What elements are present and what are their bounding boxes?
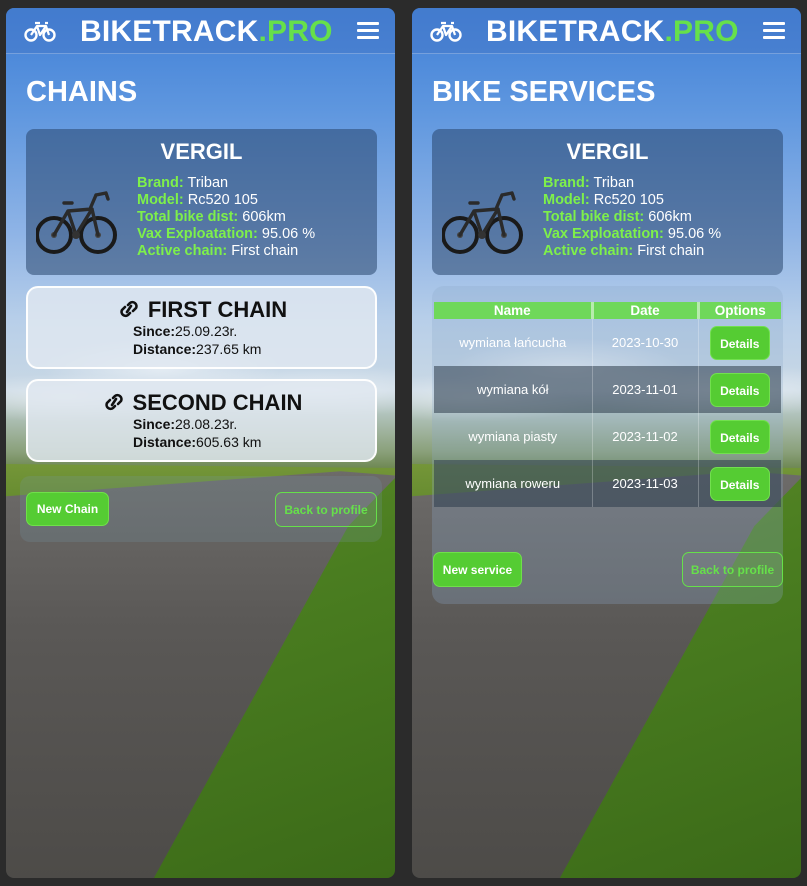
distance-value: 237.65 km [196, 341, 262, 357]
total-distance-value: 606km [648, 209, 692, 225]
exploitation-value: 95.06 % [667, 226, 722, 242]
distance-label: Distance: [133, 341, 197, 357]
service-options-cell: Details [698, 413, 781, 460]
table-row: wymiana łańcucha 2023-10-30 Details [434, 319, 781, 366]
service-date-cell: 2023-11-02 [592, 413, 699, 460]
new-service-button[interactable]: New service [433, 552, 522, 587]
exploitation-value: 95.06 % [261, 226, 316, 242]
table-header-row: Name Date Options [434, 302, 781, 319]
brand-logo[interactable]: BIKETRACK.PRO [486, 15, 739, 49]
bike-photo [442, 191, 523, 254]
details-button[interactable]: Details [709, 466, 770, 501]
new-chain-button[interactable]: New Chain [26, 492, 109, 526]
bike-name: VERGIL [566, 139, 649, 164]
since-label: Since: [133, 416, 176, 432]
chain-distance: Distance:237.65 km [133, 341, 261, 357]
brand-label: Brand: [137, 175, 184, 191]
brand-logo[interactable]: BIKETRACK.PRO [80, 15, 333, 49]
services-table: Name Date Options wymiana łańcucha 2023-… [434, 302, 781, 507]
table-row: wymiana roweru 2023-11-03 Details [434, 460, 781, 507]
service-date-cell: 2023-11-01 [592, 366, 699, 413]
since-label: Since: [133, 323, 176, 339]
back-to-profile-button[interactable]: Back to profile [275, 492, 377, 527]
exploitation-label: Vax Exploatation: [137, 226, 258, 242]
top-navbar: BIKETRACK.PRO [6, 8, 395, 54]
total-distance-label: Total bike dist: [137, 209, 239, 225]
hamburger-menu-icon[interactable] [357, 22, 379, 40]
brand-label: Brand: [543, 175, 590, 191]
active-chain-value: First chain [231, 243, 299, 259]
brand-name: BIKETRACK [80, 15, 259, 48]
brand-name: BIKETRACK [486, 15, 665, 48]
service-options-cell: Details [698, 366, 781, 413]
hamburger-menu-icon[interactable] [763, 22, 785, 40]
chain-link-icon [120, 300, 138, 318]
top-navbar: BIKETRACK.PRO [412, 8, 801, 54]
total-distance-label: Total bike dist: [543, 209, 645, 225]
bike-details: Brand: Triban Model: Rc520 105 Total bik… [137, 175, 315, 260]
bike-photo [36, 191, 117, 254]
since-value: 28.08.23r. [175, 416, 238, 432]
total-distance-value: 606km [242, 209, 286, 225]
table-row: wymiana piasty 2023-11-02 Details [434, 413, 781, 460]
brand-accent: .PRO [664, 15, 739, 48]
details-button[interactable]: Details [709, 419, 770, 454]
brand-value: Triban [593, 175, 635, 191]
service-options-cell: Details [698, 460, 781, 507]
chain-distance: Distance:605.63 km [133, 434, 261, 450]
brand-value: Triban [187, 175, 229, 191]
chain-name: FIRST CHAIN [147, 297, 288, 322]
bike-services-screen: BIKETRACK.PRO BIKE SERVICES VERGIL Brand… [412, 8, 801, 878]
chain-card-second[interactable]: SECOND CHAIN Since:28.08.23r. Distance:6… [26, 379, 377, 462]
bike-details: Brand: Triban Model: Rc520 105 Total bik… [543, 175, 721, 260]
column-header-name[interactable]: Name [434, 302, 594, 319]
active-chain-label: Active chain: [543, 243, 634, 259]
page-title: CHAINS [26, 76, 138, 108]
bike-info-card: VERGIL Brand: Triban Model: Rc520 105 To… [432, 129, 783, 275]
since-value: 25.09.23r. [175, 323, 238, 339]
model-value: Rc520 105 [187, 192, 258, 208]
chain-card-first[interactable]: FIRST CHAIN Since:25.09.23r. Distance:23… [26, 286, 377, 369]
bike-logo-icon[interactable] [24, 20, 56, 42]
page-title: BIKE SERVICES [432, 76, 656, 108]
service-date-cell: 2023-10-30 [592, 319, 699, 366]
bike-logo-icon[interactable] [430, 20, 462, 42]
model-label: Model: [543, 192, 590, 208]
brand-accent: .PRO [258, 15, 333, 48]
table-row: wymiana kół 2023-11-01 Details [434, 366, 781, 413]
service-name-cell: wymiana łańcucha [434, 319, 593, 366]
active-chain-value: First chain [637, 243, 705, 259]
service-name-cell: wymiana kół [434, 366, 593, 413]
bike-name: VERGIL [160, 139, 243, 164]
service-name-cell: wymiana roweru [434, 460, 593, 507]
service-options-cell: Details [698, 319, 781, 366]
active-chain-label: Active chain: [137, 243, 228, 259]
chain-link-icon [104, 393, 123, 411]
chain-name: SECOND CHAIN [132, 390, 303, 415]
bike-info-card: VERGIL Brand: Triban Model: Rc520 105 To… [26, 129, 377, 275]
details-button[interactable]: Details [709, 372, 770, 407]
column-header-date[interactable]: Date [592, 302, 700, 319]
chain-title: SECOND CHAIN [28, 390, 375, 416]
service-name-cell: wymiana piasty [434, 413, 593, 460]
back-to-profile-button[interactable]: Back to profile [682, 552, 783, 587]
distance-label: Distance: [133, 434, 197, 450]
details-button[interactable]: Details [709, 325, 770, 360]
model-label: Model: [137, 192, 184, 208]
chain-since: Since:28.08.23r. [133, 416, 237, 432]
model-value: Rc520 105 [593, 192, 664, 208]
column-header-options: Options [698, 302, 781, 319]
chain-since: Since:25.09.23r. [133, 323, 237, 339]
service-date-cell: 2023-11-03 [592, 460, 699, 507]
distance-value: 605.63 km [196, 434, 262, 450]
chain-title: FIRST CHAIN [28, 297, 375, 323]
chains-screen: BIKETRACK.PRO CHAINS VERGIL Brand: Triba… [6, 8, 395, 878]
exploitation-label: Vax Exploatation: [543, 226, 664, 242]
